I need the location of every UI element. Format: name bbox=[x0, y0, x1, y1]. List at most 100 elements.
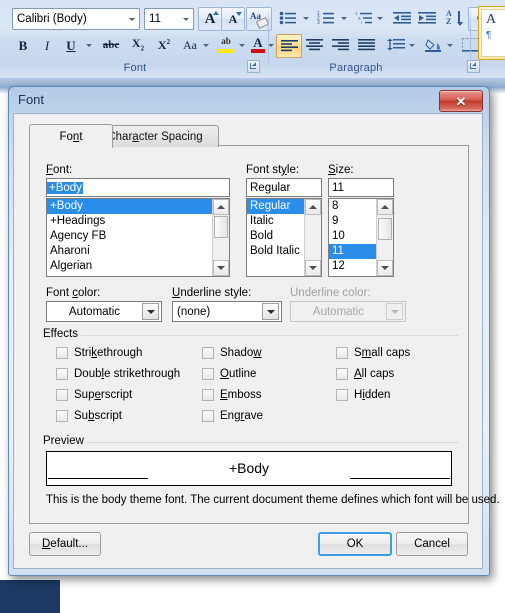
font-name-combo[interactable]: Calibri (Body) bbox=[12, 8, 140, 30]
checkbox-box[interactable] bbox=[56, 368, 68, 380]
subscript-button[interactable]: X2 bbox=[126, 34, 150, 56]
ok-button[interactable]: OK bbox=[318, 532, 392, 556]
font-name-dropdown-arrow[interactable] bbox=[124, 10, 139, 28]
checkbox-subscript[interactable]: Subscript bbox=[56, 410, 122, 422]
font-color-dropdown-button[interactable] bbox=[142, 303, 159, 320]
numbering-button[interactable]: 123 bbox=[314, 7, 338, 29]
font-name-listbox[interactable]: +Body +Headings Agency FB Aharoni Algeri… bbox=[46, 198, 230, 277]
styles-gallery-item[interactable]: A ¶ bbox=[478, 6, 505, 60]
list-item[interactable]: Agency FB bbox=[47, 229, 213, 244]
checkbox-box[interactable] bbox=[336, 389, 348, 401]
list-item[interactable]: Aharoni bbox=[47, 244, 213, 259]
checkbox-emboss[interactable]: Emboss bbox=[202, 389, 262, 401]
list-item[interactable]: Algerian bbox=[47, 259, 213, 274]
grow-font-button[interactable]: A bbox=[198, 7, 222, 31]
superscript-button[interactable]: X2 bbox=[152, 34, 176, 56]
font-name-input[interactable]: +Body bbox=[46, 178, 230, 197]
line-spacing-dropdown-arrow[interactable] bbox=[406, 34, 418, 56]
underline-button[interactable]: U bbox=[60, 34, 82, 56]
cancel-button[interactable]: Cancel bbox=[396, 532, 468, 556]
tab-font[interactable]: Font bbox=[29, 124, 113, 148]
checkbox-superscript[interactable]: Superscript bbox=[56, 389, 132, 401]
checkbox-double-strikethrough[interactable]: Double strikethrough bbox=[56, 368, 180, 380]
checkbox-all-caps[interactable]: All caps bbox=[336, 368, 394, 380]
align-left-button[interactable] bbox=[276, 34, 302, 58]
change-case-button[interactable]: Aa bbox=[178, 34, 202, 56]
font-style-input[interactable]: Regular bbox=[246, 178, 322, 197]
checkbox-box[interactable] bbox=[202, 347, 214, 359]
font-color-combo[interactable]: Automatic bbox=[46, 301, 162, 322]
list-item[interactable]: +Body bbox=[47, 199, 213, 214]
checkbox-box[interactable] bbox=[202, 389, 214, 401]
font-size-input[interactable]: 11 bbox=[328, 178, 394, 197]
checkbox-box[interactable] bbox=[202, 410, 214, 422]
checkbox-box[interactable] bbox=[56, 410, 68, 422]
list-item[interactable]: Italic bbox=[247, 214, 305, 229]
decrease-indent-button[interactable] bbox=[390, 7, 414, 29]
checkbox-box[interactable] bbox=[202, 368, 214, 380]
sort-button[interactable]: AZ bbox=[442, 7, 464, 29]
checkbox-box[interactable] bbox=[56, 347, 68, 359]
list-item[interactable]: Bold bbox=[247, 229, 305, 244]
default-button[interactable]: Default... bbox=[29, 532, 101, 556]
shading-button[interactable] bbox=[422, 34, 446, 56]
font-style-scrollbar[interactable] bbox=[304, 199, 321, 276]
checkbox-shadow[interactable]: Shadow bbox=[202, 347, 262, 359]
font-size-combo[interactable]: 11 bbox=[144, 8, 194, 30]
checkbox-hidden[interactable]: Hidden bbox=[336, 389, 390, 401]
list-item[interactable]: Bold Italic bbox=[247, 244, 305, 259]
font-size-dropdown-arrow[interactable] bbox=[178, 10, 193, 28]
strikethrough-icon: abc bbox=[102, 38, 120, 51]
checkbox-outline[interactable]: Outline bbox=[202, 368, 256, 380]
underline-style-combo[interactable]: (none) bbox=[172, 301, 282, 322]
numbering-dropdown-arrow[interactable] bbox=[338, 7, 350, 29]
checkbox-box[interactable] bbox=[336, 368, 348, 380]
scroll-up-button[interactable] bbox=[213, 199, 229, 215]
list-item[interactable]: 12 bbox=[329, 259, 377, 274]
bullets-dropdown-arrow[interactable] bbox=[300, 7, 312, 29]
justify-button[interactable] bbox=[354, 34, 378, 56]
scroll-up-button[interactable] bbox=[305, 199, 321, 215]
line-spacing-button[interactable] bbox=[384, 34, 408, 56]
multilevel-dropdown-arrow[interactable] bbox=[374, 7, 386, 29]
checkbox-strikethrough[interactable]: Strikethrough bbox=[56, 347, 142, 359]
scroll-down-button[interactable] bbox=[377, 260, 393, 276]
font-style-listbox[interactable]: Regular Italic Bold Bold Italic bbox=[246, 198, 322, 277]
list-item[interactable]: 9 bbox=[329, 214, 377, 229]
scrollbar-thumb[interactable] bbox=[378, 218, 392, 240]
text-highlight-button[interactable]: ab bbox=[214, 34, 238, 56]
multilevel-list-button[interactable]: 1ai bbox=[352, 7, 376, 29]
list-item[interactable]: +Headings bbox=[47, 214, 213, 229]
list-item[interactable]: 10 bbox=[329, 229, 377, 244]
italic-button[interactable]: I bbox=[36, 34, 58, 56]
bold-button[interactable]: B bbox=[12, 34, 34, 56]
checkbox-small-caps[interactable]: Small caps bbox=[336, 347, 410, 359]
font-color-button[interactable]: A bbox=[248, 34, 268, 56]
close-button[interactable]: ✕ bbox=[439, 90, 483, 112]
align-right-button[interactable] bbox=[328, 34, 352, 56]
strikethrough-button[interactable]: abc bbox=[98, 34, 124, 56]
scroll-up-button[interactable] bbox=[377, 199, 393, 215]
shading-dropdown-arrow[interactable] bbox=[444, 34, 456, 56]
font-name-scrollbar[interactable] bbox=[212, 199, 229, 276]
bullets-button[interactable] bbox=[276, 7, 300, 29]
list-item[interactable]: Regular bbox=[247, 199, 305, 214]
shrink-font-button[interactable]: A bbox=[221, 7, 245, 31]
font-size-listbox[interactable]: 8 9 10 11 12 bbox=[328, 198, 394, 277]
align-center-button[interactable] bbox=[302, 34, 326, 56]
checkbox-box[interactable] bbox=[336, 347, 348, 359]
scrollbar-thumb[interactable] bbox=[214, 216, 228, 238]
highlight-dropdown-arrow[interactable] bbox=[236, 34, 248, 56]
font-size-scrollbar[interactable] bbox=[376, 199, 393, 276]
list-item[interactable]: 11 bbox=[329, 244, 377, 259]
increase-indent-button[interactable] bbox=[415, 7, 439, 29]
scroll-down-button[interactable] bbox=[305, 260, 321, 276]
checkbox-box[interactable] bbox=[56, 389, 68, 401]
underline-style-dropdown-button[interactable] bbox=[262, 303, 279, 320]
checkbox-engrave[interactable]: Engrave bbox=[202, 410, 263, 422]
change-case-dropdown-arrow[interactable] bbox=[200, 34, 212, 56]
underline-dropdown-arrow[interactable] bbox=[82, 34, 96, 56]
paragraph-dialog-launcher[interactable] bbox=[467, 60, 480, 73]
list-item[interactable]: 8 bbox=[329, 199, 377, 214]
scroll-down-button[interactable] bbox=[213, 260, 229, 276]
